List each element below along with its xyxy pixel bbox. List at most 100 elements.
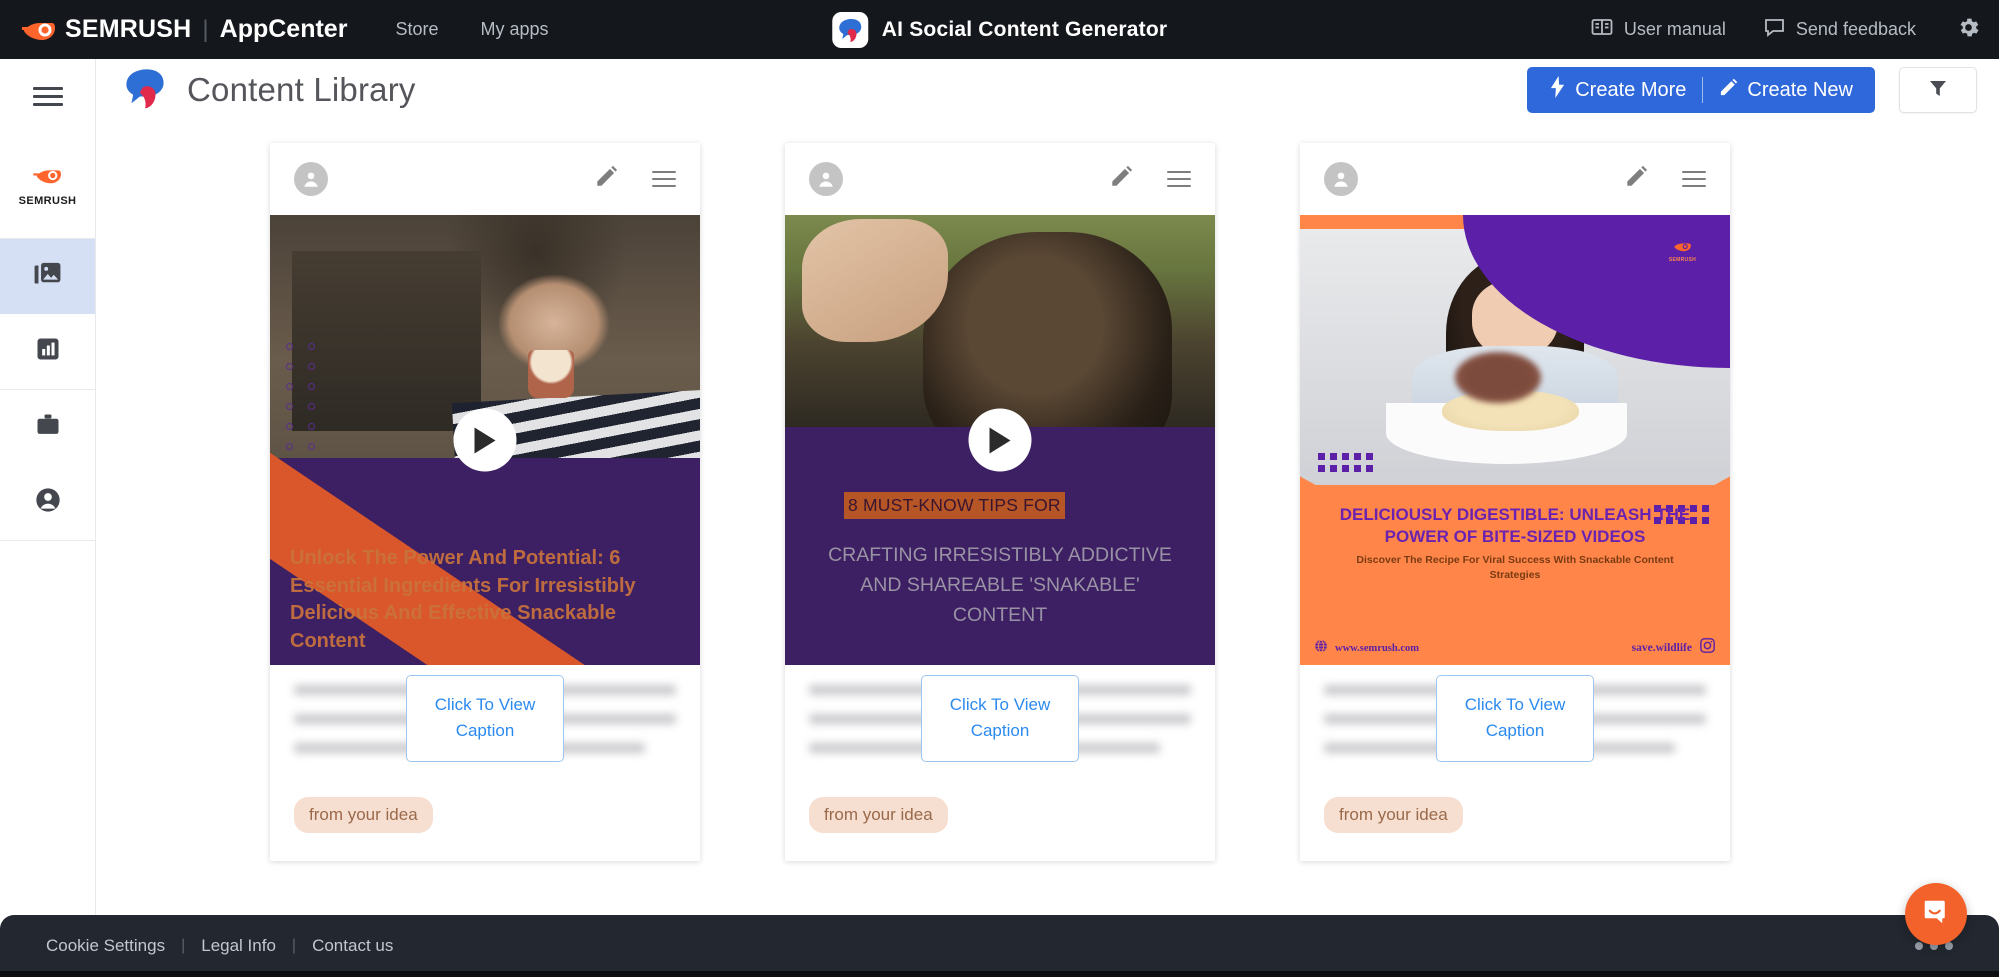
card-media[interactable]: Unlock The Power And Potential: 6 Essent… (270, 215, 700, 665)
brand-sub: AppCenter (219, 15, 348, 43)
brand-logo[interactable]: SEMRUSH | AppCenter (22, 15, 347, 44)
content-card-3[interactable]: SEMRUSH DELICIOUSLY DIGESTIBLE: UNLEASH … (1300, 143, 1730, 861)
hamburger-menu-icon[interactable] (1682, 166, 1706, 192)
sidebar: SEMRUSH (0, 59, 96, 915)
user-avatar-icon (294, 162, 328, 196)
card-body: Click To View Caption (1300, 665, 1730, 793)
card-header-actions (595, 165, 676, 193)
card-tag-row: from your idea (270, 793, 700, 861)
top-navigation: Store My apps (395, 19, 548, 40)
card-tag-row: from your idea (785, 793, 1215, 861)
globe-icon (1314, 639, 1328, 658)
create-new-button[interactable]: Create New (1719, 78, 1853, 103)
play-button[interactable] (453, 408, 517, 472)
user-avatar-icon (1324, 162, 1358, 196)
funnel-icon (1927, 77, 1949, 104)
header-actions: Create More Create New (1527, 67, 1977, 113)
app-logo-icon (831, 11, 868, 48)
brand-name: SEMRUSH (65, 15, 192, 43)
send-feedback-link[interactable]: Send feedback (1764, 17, 1916, 42)
sidebar-item-projects[interactable] (0, 390, 95, 465)
card-media[interactable]: SEMRUSH DELICIOUSLY DIGESTIBLE: UNLEASH … (1300, 215, 1730, 665)
semrush-logo-icon (22, 17, 56, 43)
photo-cupcake (528, 350, 574, 398)
user-avatar-icon (809, 162, 843, 196)
photo-subject (922, 231, 1172, 427)
app-logo-icon (121, 66, 169, 115)
button-divider (1702, 77, 1704, 103)
top-right-actions: User manual Send feedback (1553, 15, 1981, 45)
view-caption-button[interactable]: Click To View Caption (1436, 675, 1594, 762)
content-card-2[interactable]: 8 MUST-KNOW TIPS FOR CRAFTING IRRESISTIB… (785, 143, 1215, 861)
hamburger-menu-icon[interactable] (652, 166, 676, 192)
card-title-text: DELICIOUSLY DIGESTIBLE: UNLEASH THE POWE… (1339, 505, 1691, 547)
book-icon (1591, 17, 1613, 42)
footer-link-legal-info[interactable]: Legal Info (201, 936, 276, 956)
create-button-group[interactable]: Create More Create New (1527, 67, 1875, 113)
chat-bubble-icon (1921, 897, 1951, 932)
semrush-logo-icon (32, 166, 63, 190)
footer-separator: | (291, 937, 297, 954)
sidebar-item-account[interactable] (0, 465, 95, 540)
pencil-icon[interactable] (1625, 165, 1648, 193)
card-subtitle-text: Discover The Recipe For Viral Success Wi… (1356, 554, 1674, 582)
sidebar-section-top: SEMRUSH (0, 59, 95, 239)
send-feedback-label: Send feedback (1795, 19, 1916, 39)
card-website: www.semrush.com (1335, 642, 1419, 654)
footer-link-contact-us[interactable]: Contact us (312, 936, 393, 956)
sidebar-section-tools (0, 239, 95, 390)
sidebar-item-analytics[interactable] (0, 314, 95, 389)
card-highlight-text: 8 MUST-KNOW TIPS FOR (844, 492, 1065, 519)
main-content: Content Library Create More Create New U… (96, 59, 1999, 915)
pencil-icon[interactable] (595, 165, 618, 193)
view-caption-button[interactable]: Click To View Caption (406, 675, 564, 762)
pencil-icon[interactable] (1110, 165, 1133, 193)
hamburger-menu-icon[interactable] (1167, 166, 1191, 192)
lightning-bolt-icon (1549, 76, 1566, 104)
app-title: AI Social Content Generator (881, 17, 1168, 41)
app-title-group: AI Social Content Generator (831, 11, 1168, 48)
card-handle: save.wildlife (1631, 642, 1692, 654)
card-body: Click To View Caption (785, 665, 1215, 793)
brand-divider: | (202, 15, 209, 43)
card-tag: from your idea (1324, 797, 1463, 833)
topnav-store[interactable]: Store (395, 19, 438, 40)
hamburger-menu-icon (32, 82, 63, 111)
decorative-squares-left (1318, 453, 1376, 475)
card-header (270, 143, 700, 215)
user-manual-link[interactable]: User manual (1591, 17, 1726, 42)
card-tag-row: from your idea (1300, 793, 1730, 861)
sidebar-item-content-library[interactable] (0, 239, 95, 314)
sidebar-logo-label: SEMRUSH (18, 194, 77, 207)
semrush-watermark-label: SEMRUSH (1668, 257, 1696, 263)
filter-button[interactable] (1899, 67, 1977, 113)
instagram-icon (1699, 637, 1716, 659)
bottom-strip (0, 971, 1999, 977)
sidebar-semrush-home[interactable]: SEMRUSH (0, 134, 95, 238)
briefcase-icon (34, 411, 62, 444)
create-new-label: Create New (1747, 78, 1853, 101)
user-circle-icon (34, 486, 62, 519)
card-media[interactable]: 8 MUST-KNOW TIPS FOR CRAFTING IRRESISTIB… (785, 215, 1215, 665)
topnav-my-apps[interactable]: My apps (480, 19, 548, 40)
chat-support-button[interactable] (1905, 883, 1967, 945)
card-tag: from your idea (294, 797, 433, 833)
user-manual-label: User manual (1623, 19, 1726, 39)
sidebar-menu-toggle[interactable] (0, 59, 95, 134)
top-bar: SEMRUSH | AppCenter Store My apps AI Soc… (0, 0, 1999, 59)
view-caption-button[interactable]: Click To View Caption (921, 675, 1079, 762)
gear-icon (1956, 15, 1981, 45)
footer-links: Cookie Settings | Legal Info | Contact u… (46, 936, 393, 956)
comment-icon (1764, 17, 1785, 42)
settings-button[interactable] (1956, 15, 1981, 45)
page-title: Content Library (187, 71, 416, 108)
content-card-grid: Unlock The Power And Potential: 6 Essent… (96, 121, 1999, 861)
create-more-button[interactable]: Create More (1549, 76, 1686, 104)
footer-link-cookie-settings[interactable]: Cookie Settings (46, 936, 165, 956)
card-header (1300, 143, 1730, 215)
play-button[interactable] (968, 408, 1032, 472)
card-header-actions (1110, 165, 1191, 193)
create-more-label: Create More (1575, 78, 1687, 101)
content-card-1[interactable]: Unlock The Power And Potential: 6 Essent… (270, 143, 700, 861)
card-header (785, 143, 1215, 215)
